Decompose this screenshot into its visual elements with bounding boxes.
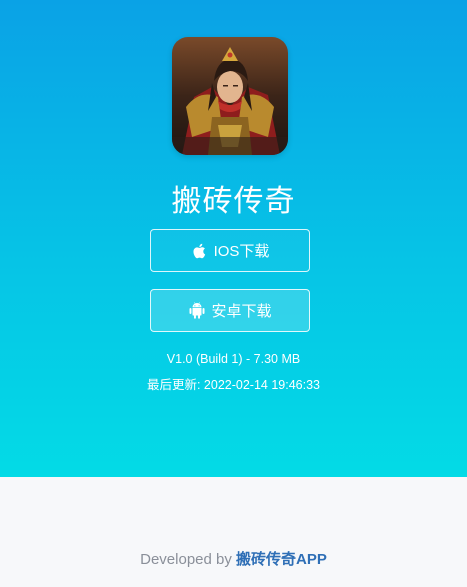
ios-download-button[interactable]: IOS下载 <box>150 229 310 272</box>
last-updated-info: 最后更新: 2022-02-14 19:46:33 <box>146 378 321 392</box>
footer: Developed by 搬砖传奇APP <box>0 548 467 569</box>
app-logo-icon <box>172 37 288 155</box>
android-download-button[interactable]: 安卓下载 <box>150 289 310 332</box>
hero-banner: 搬砖传奇 IOS下载 安卓下载 V1.0 (Build 1) - 7.30 MB… <box>0 0 467 477</box>
app-title: 搬砖传奇 <box>171 184 296 219</box>
ios-download-label: IOS下载 <box>213 243 270 260</box>
footer-prefix: Developed by <box>140 551 237 568</box>
android-icon <box>188 301 206 320</box>
version-info: V1.0 (Build 1) - 7.30 MB <box>166 352 301 366</box>
apple-icon <box>191 242 209 260</box>
android-download-label: 安卓下载 <box>211 303 272 320</box>
developer-link[interactable]: 搬砖传奇APP <box>236 551 327 568</box>
